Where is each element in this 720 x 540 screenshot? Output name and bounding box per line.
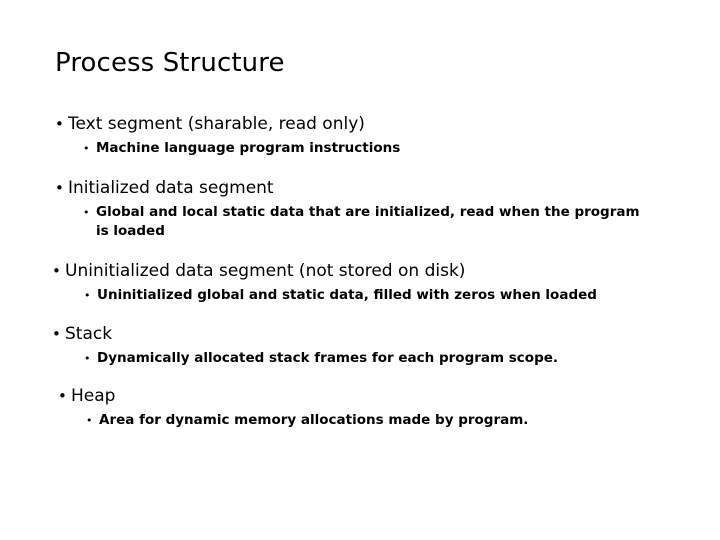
- bullet-level1: • Initialized data segment: [55, 176, 680, 200]
- sub-bullet-point-icon: •: [83, 142, 90, 155]
- bullet-point-icon: •: [52, 325, 61, 343]
- bullet-level1: • Uninitialized data segment (not stored…: [52, 259, 680, 283]
- bullet-level2: • Dynamically allocated stack frames for…: [84, 349, 650, 368]
- bullet-level2: • Uninitialized global and static data, …: [84, 286, 650, 305]
- bullet-level1-label: Uninitialized data segment (not stored o…: [65, 261, 466, 281]
- bullet-group-stack: • Stack • Dynamically allocated stack fr…: [52, 322, 680, 368]
- bullet-level2: • Area for dynamic memory allocations ma…: [86, 411, 652, 430]
- bullet-group-uninitialized-data-segment: • Uninitialized data segment (not stored…: [52, 259, 680, 305]
- bullet-group-initialized-data-segment: • Initialized data segment • Global and …: [55, 176, 680, 241]
- bullet-point-icon: •: [52, 262, 61, 280]
- bullet-level2-label: Machine language program instructions: [96, 140, 401, 156]
- bullet-level2: • Global and local static data that are …: [83, 203, 649, 241]
- bullet-level1-label: Initialized data segment: [68, 178, 274, 198]
- bullet-level1-label: Text segment (sharable, read only): [68, 114, 365, 134]
- bullet-point-icon: •: [55, 179, 64, 197]
- sub-bullet-point-icon: •: [84, 352, 91, 365]
- bullet-point-icon: •: [55, 115, 64, 133]
- bullet-level2-label: Uninitialized global and static data, fi…: [97, 287, 597, 303]
- bullet-level1-label: Heap: [71, 386, 116, 406]
- bullet-level2: • Machine language program instructions: [83, 139, 649, 158]
- bullet-group-text-segment: • Text segment (sharable, read only) • M…: [55, 112, 680, 158]
- page-title: Process Structure: [55, 48, 285, 78]
- bullet-level1: • Text segment (sharable, read only): [55, 112, 680, 136]
- sub-bullet-point-icon: •: [86, 414, 93, 427]
- bullet-level2-label: Area for dynamic memory allocations made…: [99, 412, 529, 428]
- slide-canvas: Process Structure • Text segment (sharab…: [0, 0, 720, 540]
- bullet-level1: • Heap: [58, 384, 680, 408]
- slide-body: • Text segment (sharable, read only) • M…: [52, 112, 680, 430]
- bullet-level1: • Stack: [52, 322, 680, 346]
- bullet-point-icon: •: [58, 387, 67, 405]
- bullet-level2-label: Global and local static data that are in…: [96, 204, 640, 239]
- bullet-group-heap: • Heap • Area for dynamic memory allocat…: [58, 384, 680, 430]
- sub-bullet-point-icon: •: [84, 289, 91, 302]
- bullet-level2-label: Dynamically allocated stack frames for e…: [97, 350, 559, 366]
- bullet-level1-label: Stack: [65, 324, 113, 344]
- sub-bullet-point-icon: •: [83, 206, 90, 219]
